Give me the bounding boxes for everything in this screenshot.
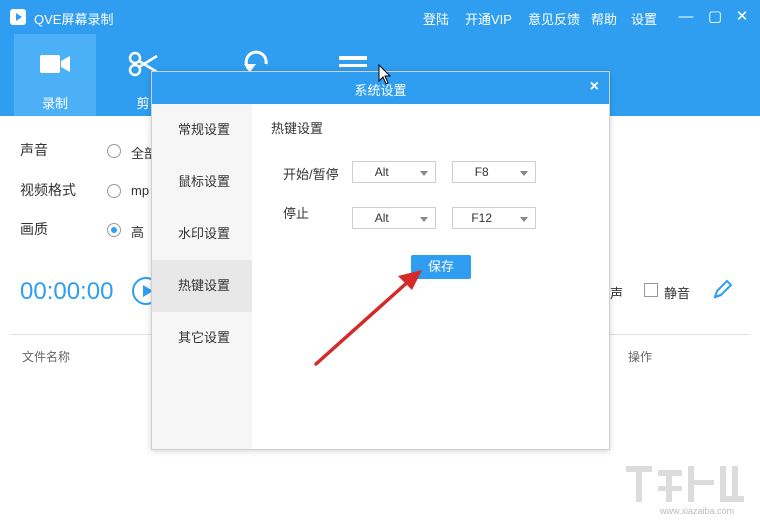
help-link[interactable]: 帮助	[591, 9, 617, 28]
record-timer: 00:00:00	[20, 278, 114, 305]
close-window-button[interactable]: ✕	[733, 8, 751, 26]
mute-checkbox[interactable]	[644, 283, 658, 297]
video-format-label: 视频格式	[20, 182, 76, 198]
app-title: QVE屏幕录制	[34, 12, 114, 27]
watermark-url: www.xiazaiba.com	[660, 506, 735, 516]
quality-radio[interactable]	[107, 223, 121, 237]
system-settings-dialog: 系统设置 × 常规设置 鼠标设置 水印设置 热键设置 其它设置 热键设置 开始/…	[151, 71, 610, 450]
app-logo-icon	[10, 9, 26, 25]
login-link[interactable]: 登陆	[423, 9, 449, 28]
start-pause-key-select[interactable]: F8	[452, 161, 536, 183]
sidebar-item-mouse[interactable]: 鼠标设置	[152, 156, 252, 208]
start-pause-key-value: F8	[474, 165, 489, 179]
settings-sidebar: 常规设置 鼠标设置 水印设置 热键设置 其它设置	[152, 104, 252, 449]
stop-key-value: F12	[471, 211, 493, 225]
stop-label: 停止	[283, 206, 310, 221]
quality-label: 画质	[20, 221, 48, 237]
mute-label: 静音	[664, 286, 691, 301]
start-pause-modifier-value: Alt	[374, 165, 389, 179]
tab-record[interactable]: 录制	[14, 34, 96, 116]
stop-modifier-value: Alt	[374, 211, 389, 225]
minimize-button[interactable]: —	[677, 8, 695, 26]
sidebar-item-other[interactable]: 其它设置	[152, 312, 252, 364]
quality-option-label: 高	[131, 225, 145, 240]
start-pause-label: 开始/暂停	[283, 167, 339, 182]
hotkey-section-title: 热键设置	[271, 121, 324, 136]
file-name-column: 文件名称	[22, 350, 71, 364]
watermark-logo	[626, 466, 744, 502]
audio-label: 声音	[20, 142, 48, 158]
chevron-down-icon	[520, 217, 528, 222]
settings-link[interactable]: 设置	[631, 9, 657, 28]
video-format-option-label: mp	[131, 183, 150, 198]
vip-link[interactable]: 开通VIP	[465, 9, 512, 28]
maximize-button[interactable]: ▢	[706, 8, 724, 26]
sidebar-item-watermark[interactable]: 水印设置	[152, 208, 252, 260]
feedback-link[interactable]: 意见反馈	[528, 9, 580, 28]
sidebar-item-hotkeys[interactable]: 热键设置	[152, 260, 252, 312]
stop-key-select[interactable]: F12	[452, 207, 536, 229]
stop-modifier-select[interactable]: Alt	[352, 207, 436, 229]
mouse-cursor-icon	[378, 64, 392, 85]
chevron-down-icon	[520, 171, 528, 176]
sidebar-item-general[interactable]: 常规设置	[152, 104, 252, 156]
dialog-close-icon[interactable]: ×	[590, 78, 599, 96]
video-format-radio[interactable]	[107, 184, 121, 198]
pencil-icon[interactable]	[712, 278, 734, 300]
save-button[interactable]: 保存	[411, 255, 471, 279]
action-column: 操作	[628, 350, 653, 364]
chevron-down-icon	[420, 217, 428, 222]
system-audio-label: 声	[610, 286, 624, 301]
tab-record-label: 录制	[41, 96, 68, 111]
audio-radio[interactable]	[107, 144, 121, 158]
title-bar: QVE屏幕录制 登陆 开通VIP 意见反馈 帮助 设置 — ▢ ✕	[0, 0, 760, 34]
video-camera-icon	[14, 46, 96, 82]
chevron-down-icon	[420, 171, 428, 176]
start-pause-modifier-select[interactable]: Alt	[352, 161, 436, 183]
